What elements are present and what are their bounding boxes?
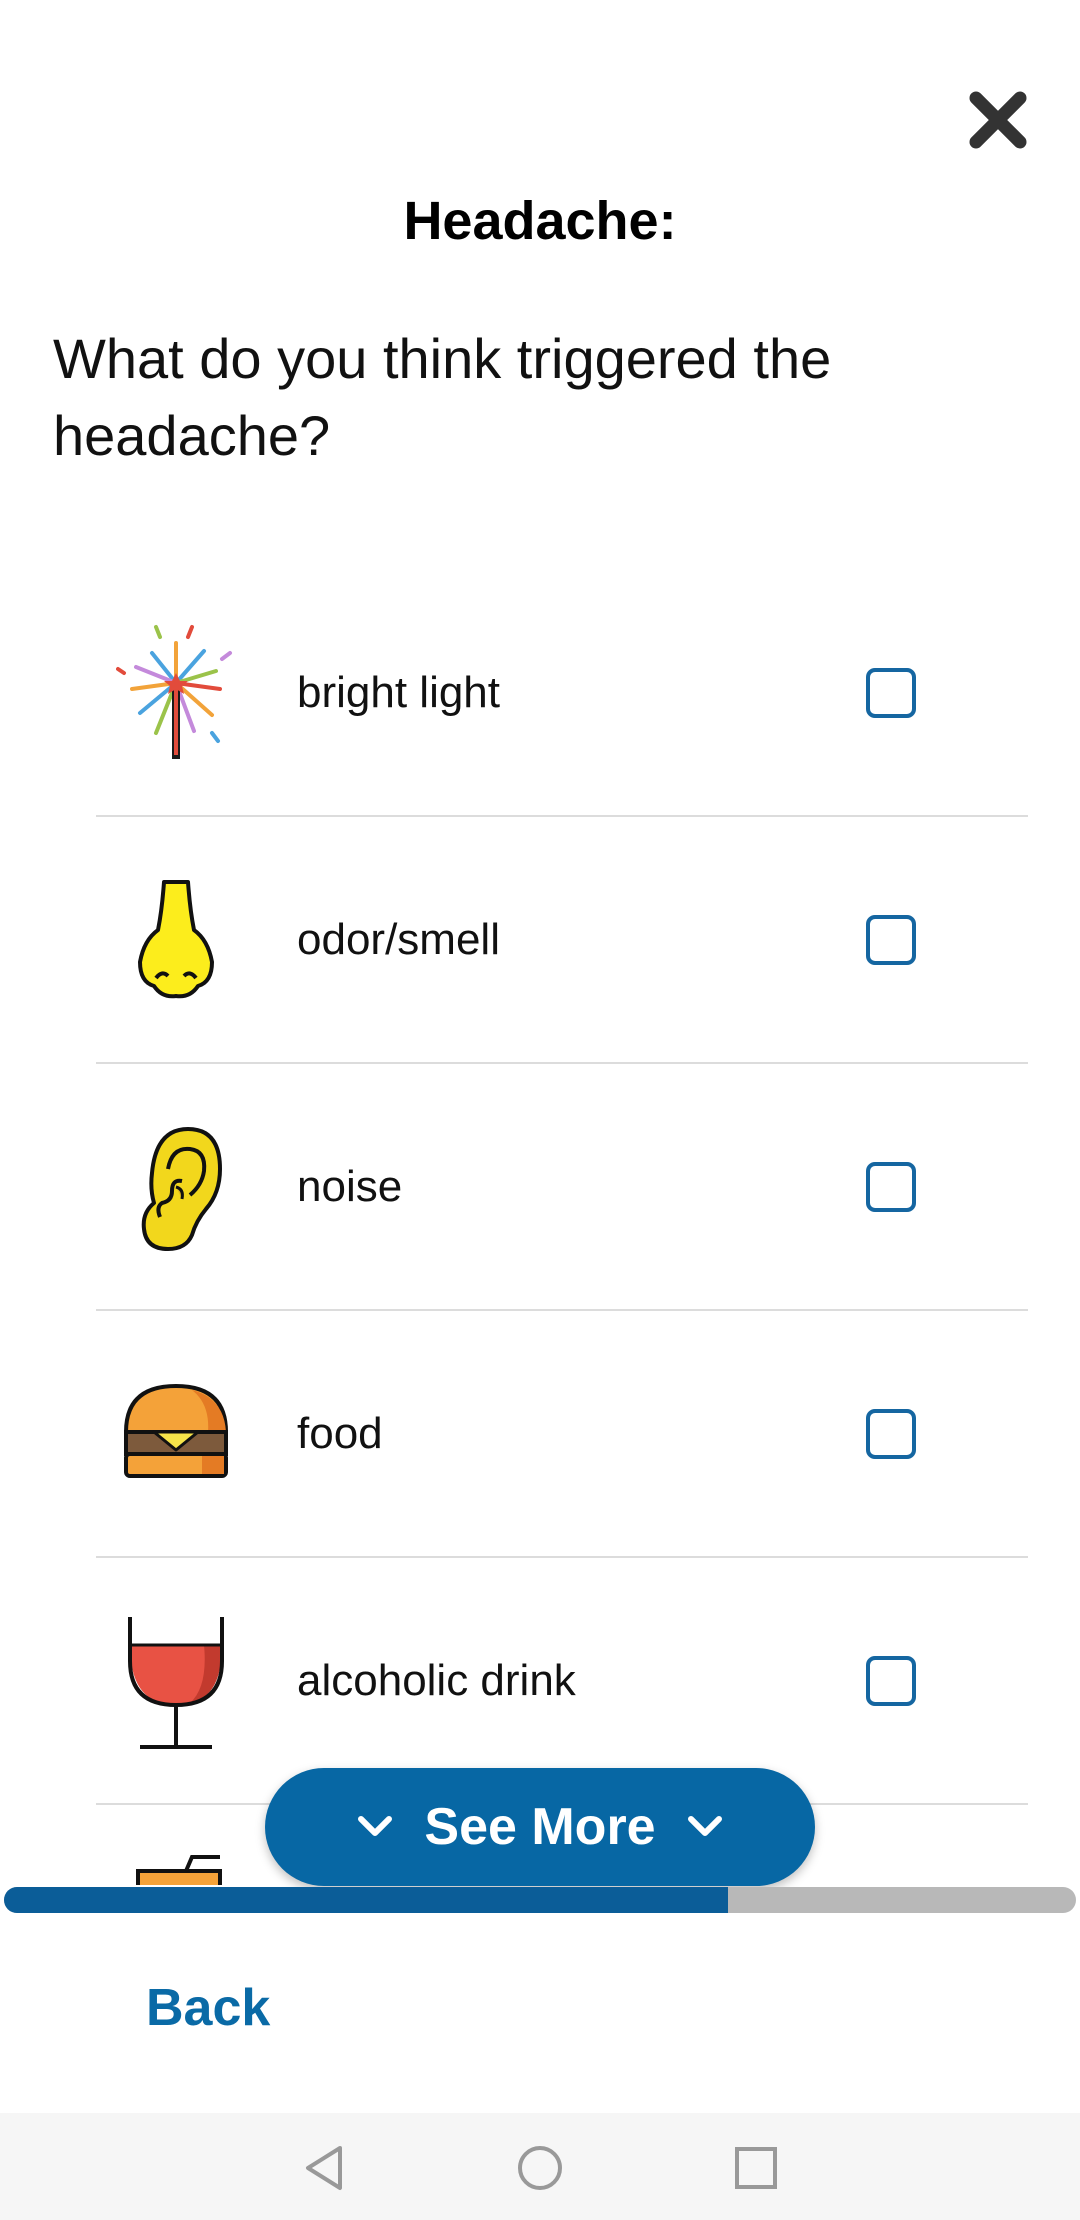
back-triangle-icon[interactable] xyxy=(296,2138,356,2198)
ear-icon xyxy=(116,1117,236,1257)
trigger-label: food xyxy=(297,1408,383,1458)
trigger-checkbox[interactable] xyxy=(866,1408,916,1459)
trigger-checkbox[interactable] xyxy=(866,1161,916,1212)
see-more-label: See More xyxy=(424,1798,656,1856)
trigger-row-bright-light[interactable]: bright light xyxy=(96,570,1028,817)
sparkler-icon xyxy=(116,623,236,763)
system-nav-bar xyxy=(0,2113,1080,2220)
trigger-label: odor/smell xyxy=(297,914,500,964)
trigger-row-noise[interactable]: noise xyxy=(96,1064,1028,1311)
home-circle-icon[interactable] xyxy=(510,2138,570,2198)
trigger-checkbox[interactable] xyxy=(866,914,916,965)
page-title: Headache: xyxy=(403,191,677,251)
recents-square-icon[interactable] xyxy=(726,2138,786,2198)
trigger-label: noise xyxy=(297,1161,403,1211)
trigger-list[interactable]: bright light odor/smell noise food alcoh… xyxy=(96,570,1028,1885)
close-icon xyxy=(969,91,1027,149)
progress-fill xyxy=(4,1887,728,1913)
progress-bar xyxy=(4,1887,1076,1913)
chevron-down-icon xyxy=(358,1816,393,1836)
wine-glass-icon xyxy=(116,1611,236,1751)
trigger-row-odor-smell[interactable]: odor/smell xyxy=(96,817,1028,1064)
hamburger-icon xyxy=(116,1364,236,1504)
chevron-down-icon xyxy=(687,1816,722,1836)
trigger-row-food[interactable]: food xyxy=(96,1311,1028,1558)
see-more-button[interactable]: See More xyxy=(265,1768,815,1886)
trigger-label: bright light xyxy=(297,667,501,717)
trigger-checkbox[interactable] xyxy=(866,667,916,718)
back-button[interactable]: Back xyxy=(146,1978,270,2038)
trigger-label: alcoholic drink xyxy=(297,1655,576,1705)
trigger-checkbox[interactable] xyxy=(866,1655,916,1706)
question-text: What do you think triggered the headache… xyxy=(53,327,832,467)
nose-icon xyxy=(116,870,236,1010)
close-button[interactable] xyxy=(966,88,1030,152)
drink-icon xyxy=(136,1851,222,1885)
